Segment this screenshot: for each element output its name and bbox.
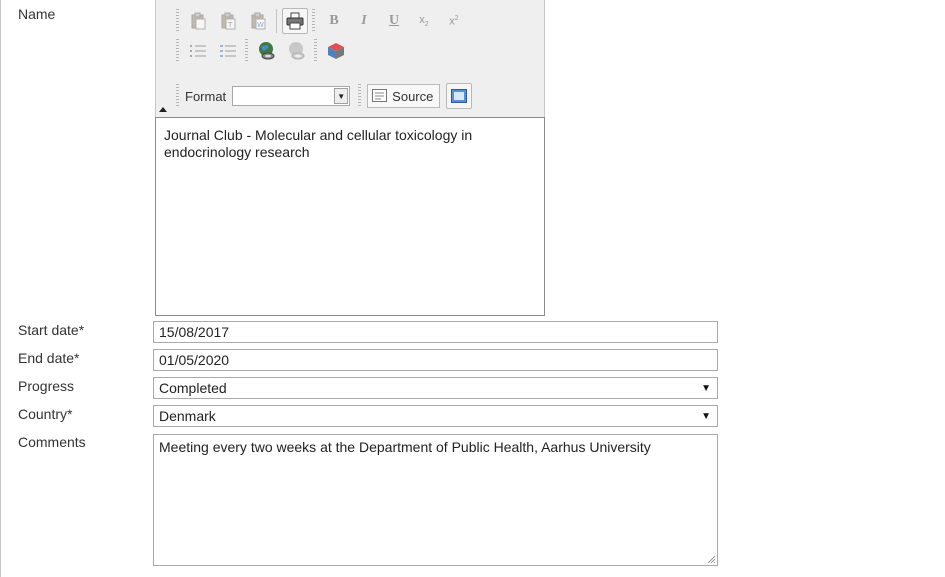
toolbar-row-2: [176, 36, 353, 66]
start-date-input[interactable]: 15/08/2017: [153, 321, 718, 343]
start-date-label: Start date*: [18, 322, 85, 338]
comments-value: Meeting every two weeks at the Departmen…: [159, 439, 651, 455]
toolbar-row-1: T W B I U x2 x2: [176, 6, 471, 36]
comments-textarea[interactable]: Meeting every two weeks at the Departmen…: [153, 434, 718, 566]
progress-value: Completed: [159, 380, 227, 396]
resize-handle-icon[interactable]: [707, 555, 716, 564]
chevron-down-icon[interactable]: ▼: [701, 381, 711, 397]
country-value: Denmark: [159, 408, 216, 424]
progress-select[interactable]: Completed ▼: [153, 377, 718, 399]
italic-glyph: I: [361, 13, 367, 28]
rich-text-editor: T W B I U x2 x2 Format ▼ Source Journal …: [155, 0, 545, 316]
toolbar-collapse-icon[interactable]: [159, 107, 167, 112]
source-button[interactable]: Source: [367, 84, 441, 108]
superscript-icon[interactable]: x2: [441, 8, 467, 34]
italic-icon[interactable]: I: [351, 8, 377, 34]
paste-text-icon[interactable]: T: [215, 8, 241, 34]
toolbar-grip[interactable]: [314, 39, 317, 63]
superscript-mark: 2: [454, 14, 459, 22]
underline-glyph: U: [388, 13, 400, 28]
editor-toolbar: T W B I U x2 x2 Format ▼ Source: [155, 0, 545, 117]
source-label: Source: [392, 88, 434, 104]
toolbar-separator: [276, 9, 277, 33]
toolbar-grip[interactable]: [312, 9, 315, 33]
subscript-icon[interactable]: x2: [411, 8, 437, 34]
maximize-icon[interactable]: [446, 83, 473, 109]
numbered-list-icon[interactable]: [185, 38, 211, 64]
end-date-label: End date*: [18, 350, 80, 366]
paste-word-icon[interactable]: W: [245, 8, 271, 34]
bold-icon[interactable]: B: [321, 8, 347, 34]
chevron-down-icon[interactable]: ▼: [701, 409, 711, 425]
superscript-glyph: x2: [449, 15, 458, 28]
svg-text:W: W: [257, 21, 264, 29]
source-icon: [372, 89, 388, 102]
comments-label: Comments: [18, 434, 86, 450]
end-date-input[interactable]: 01/05/2020: [153, 349, 718, 371]
country-label: Country*: [18, 406, 73, 422]
image-icon[interactable]: [323, 38, 349, 64]
subscript-glyph: x2: [419, 14, 428, 28]
toolbar-grip[interactable]: [176, 9, 179, 33]
subscript-mark: 2: [424, 21, 429, 29]
print-icon[interactable]: [282, 8, 308, 34]
toolbar-row-3: Format ▼ Source: [176, 81, 476, 111]
format-label: Format: [185, 88, 227, 104]
unlink-icon[interactable]: [284, 38, 310, 64]
chevron-down-icon[interactable]: ▼: [334, 88, 349, 104]
country-select[interactable]: Denmark ▼: [153, 405, 718, 427]
editor-content-area[interactable]: Journal Club - Molecular and cellular to…: [155, 117, 545, 316]
bold-glyph: B: [329, 13, 339, 28]
toolbar-grip[interactable]: [245, 39, 248, 63]
paste-icon[interactable]: [185, 8, 211, 34]
progress-label: Progress: [18, 378, 75, 394]
toolbar-grip[interactable]: [176, 84, 179, 108]
underline-icon[interactable]: U: [381, 8, 407, 34]
name-label: Name: [18, 6, 56, 22]
link-icon[interactable]: [254, 38, 280, 64]
toolbar-grip[interactable]: [358, 84, 362, 108]
toolbar-grip[interactable]: [176, 39, 179, 63]
format-dropdown[interactable]: ▼: [232, 86, 351, 106]
bulleted-list-icon[interactable]: [215, 38, 241, 64]
svg-text:T: T: [227, 21, 233, 29]
